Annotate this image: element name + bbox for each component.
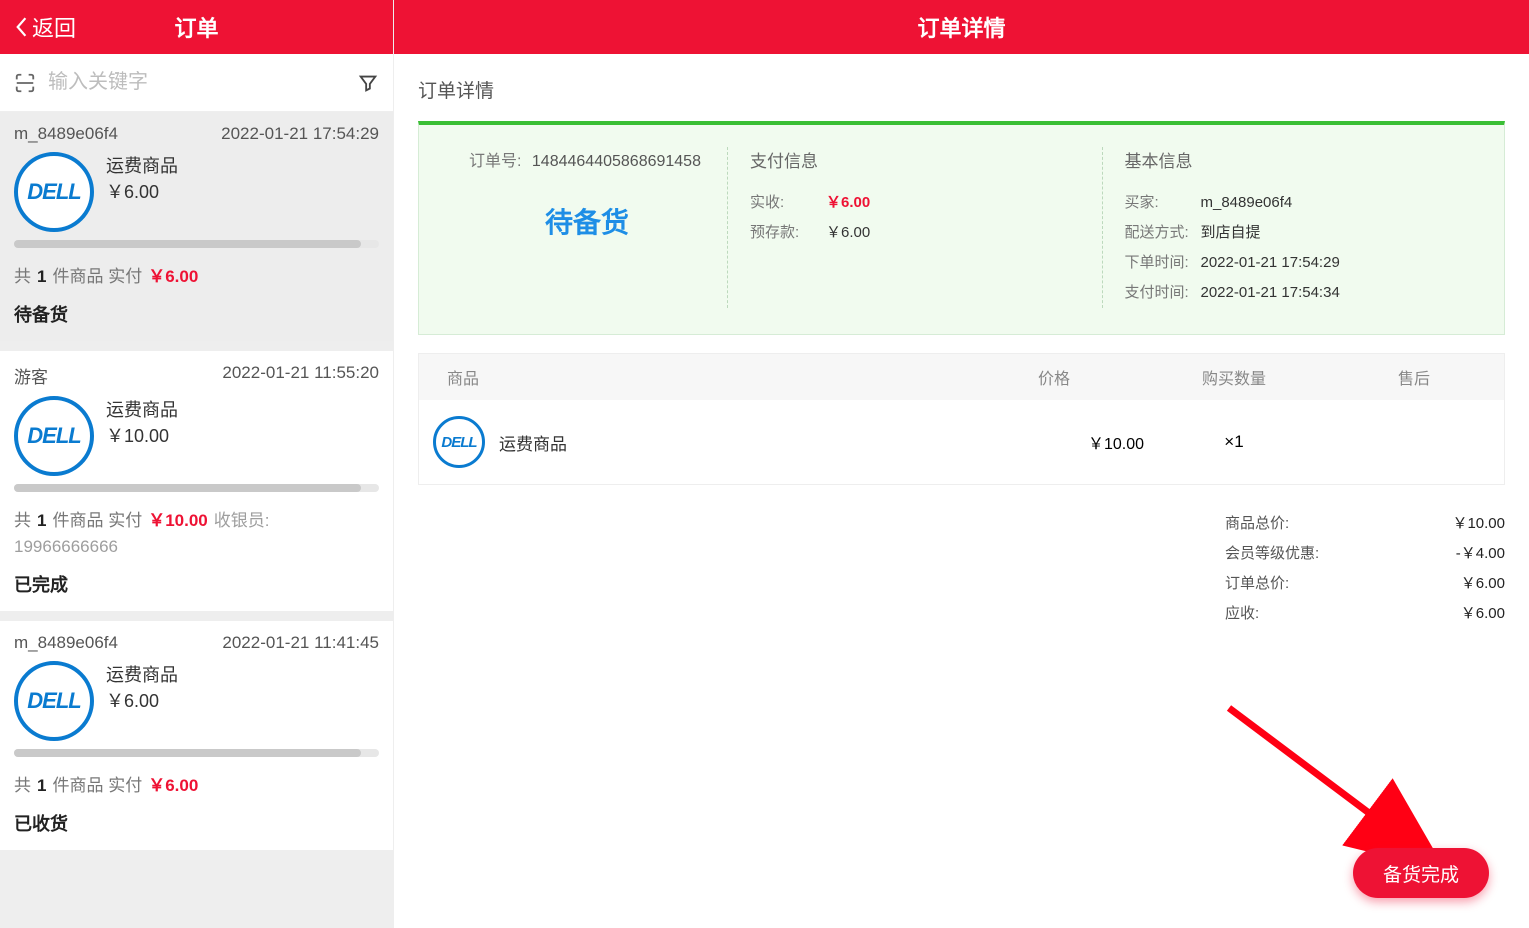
search-bar [0,54,393,112]
pay-received: ￥6.00 [826,188,870,218]
product-name: 运费商品 [106,152,178,178]
chevron-left-icon [14,16,28,38]
item-price: ￥10.00 [1088,430,1144,454]
order-status: 待备货 [14,301,379,327]
basic-info-col: 基本信息 买家:m_8489e06f4 配送方式:到店自提 下单时间:2022-… [1102,147,1477,308]
order-user: 游客 [14,363,48,388]
order-user: m_8489e06f4 [14,633,118,653]
order-user: m_8489e06f4 [14,124,118,144]
total-discount: -￥4.00 [1456,539,1505,569]
basic-info-head: 基本信息 [1125,147,1455,172]
order-no-value: 1484464405868691458 [532,153,701,170]
th-after: 售后 [1324,365,1504,389]
complete-stock-button[interactable]: 备货完成 [1353,848,1489,898]
order-summary: 共 1 件商品 实付 ￥6.00 [14,771,379,796]
search-input[interactable] [48,71,345,94]
progress-track [14,749,379,757]
progress-track [14,484,379,492]
order-summary: 共 1 件商品 实付 ￥10.00 收银员: 19966666666 [14,506,379,557]
order-card[interactable]: m_8489e06f4 2022-01-21 17:54:29 DELL 运费商… [0,112,393,341]
th-price: 价格 [964,365,1144,389]
order-info-box: 订单号: 1484464405868691458 待备货 支付信息 实收:￥6.… [418,121,1505,335]
left-header: 返回 订单 [0,0,393,54]
product-logo: DELL [14,396,94,476]
product-name: 运费商品 [106,396,178,422]
order-status: 已完成 [14,571,379,597]
th-qty: 购买数量 [1144,365,1324,389]
order-detail-panel: 订单详情 订单详情 订单号: 1484464405868691458 待备货 支… [394,0,1529,928]
order-no-label: 订单号: [469,153,521,170]
order-list-panel: 返回 订单 m_8489e06f4 2022-01-21 17:54:29 DE… [0,0,394,928]
order-number-col: 订单号: 1484464405868691458 待备货 [447,147,727,308]
product-price: ￥10.00 [106,422,178,448]
scan-icon[interactable] [14,72,36,94]
total-due: ￥6.00 [1461,599,1505,629]
order-list[interactable]: m_8489e06f4 2022-01-21 17:54:29 DELL 运费商… [0,112,393,928]
order-summary: 共 1 件商品 实付 ￥6.00 [14,262,379,287]
order-card[interactable]: 游客 2022-01-21 11:55:20 DELL 运费商品 ￥10.00 … [0,351,393,611]
item-name: 运费商品 [499,430,567,455]
item-qty: ×1 [1144,432,1324,452]
total-order: ￥6.00 [1461,569,1505,599]
order-status: 已收货 [14,810,379,836]
total-item: ￥10.00 [1452,509,1505,539]
totals-block: 商品总价:￥10.00 会员等级优惠:-￥4.00 订单总价:￥6.00 应收:… [1225,509,1505,629]
buyer-value: m_8489e06f4 [1201,188,1293,218]
order-time: 2022-01-21 11:41:45 [222,633,379,653]
product-logo: DELL [433,416,485,468]
product-price: ￥6.00 [106,687,178,713]
section-title: 订单详情 [418,76,1505,103]
product-price: ￥6.00 [106,178,178,204]
items-table: 商品 价格 购买数量 售后 DELL 运费商品 ￥10.00 ×1 [418,353,1505,485]
payment-info-col: 支付信息 实收:￥6.00 预存款:￥6.00 [727,147,1102,308]
order-big-status: 待备货 [469,201,705,241]
product-logo: DELL [14,661,94,741]
pay-deposit: ￥6.00 [826,218,870,248]
order-time: 2022-01-21 17:54:29 [221,124,379,144]
th-product: 商品 [419,365,964,389]
progress-track [14,240,379,248]
item-row: DELL 运费商品 ￥10.00 ×1 [419,400,1504,484]
order-card[interactable]: m_8489e06f4 2022-01-21 11:41:45 DELL 运费商… [0,621,393,850]
back-button[interactable]: 返回 [0,0,90,54]
order-time: 2022-01-21 11:55:20 [222,363,379,388]
pay-time-value: 2022-01-21 17:54:34 [1201,278,1340,308]
filter-icon[interactable] [357,72,379,94]
product-logo: DELL [14,152,94,232]
payment-info-head: 支付信息 [750,147,1080,172]
right-header: 订单详情 [394,0,1529,54]
back-label: 返回 [32,11,76,43]
order-time-value: 2022-01-21 17:54:29 [1201,248,1340,278]
product-name: 运费商品 [106,661,178,687]
shipping-value: 到店自提 [1201,218,1261,248]
